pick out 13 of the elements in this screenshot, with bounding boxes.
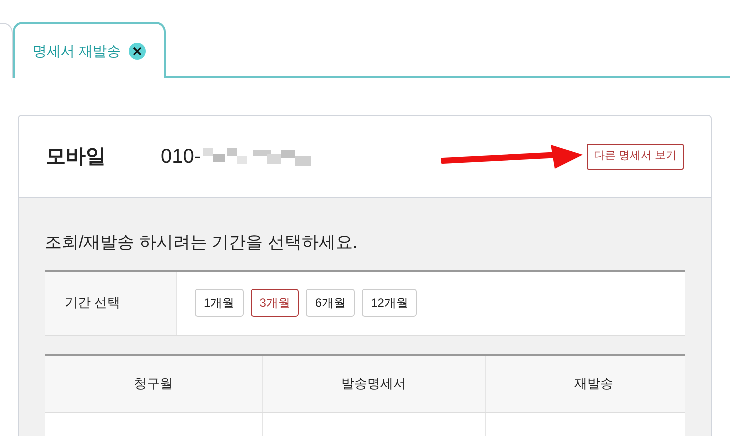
period-option[interactable]: 12개월	[362, 289, 418, 317]
service-title: 모바일	[46, 144, 107, 170]
close-icon[interactable]	[128, 42, 146, 60]
column-header: 발송명세서	[263, 356, 486, 412]
column-header: 청구월	[45, 356, 263, 412]
period-option[interactable]: 3개월	[250, 289, 300, 317]
column-header: 재발송	[574, 374, 614, 393]
instruction-text: 조회/재발송 하시려는 기간을 선택하세요.	[45, 232, 359, 254]
other-statement-button[interactable]: 다른 명세서 보기	[586, 144, 684, 170]
period-option[interactable]: 6개월	[306, 289, 356, 317]
period-option[interactable]: 1개월	[195, 289, 244, 317]
phone-number: 010-	[161, 144, 202, 170]
period-label: 기간 선택	[45, 272, 177, 334]
